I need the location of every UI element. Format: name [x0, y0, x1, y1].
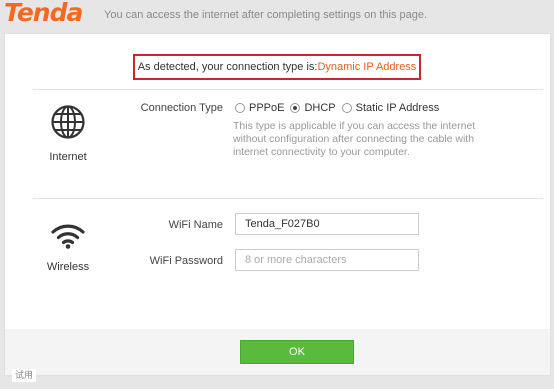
- radio-dhcp[interactable]: DHCP: [290, 102, 336, 114]
- divider-top: [33, 89, 543, 90]
- wireless-caption: Wireless: [46, 261, 90, 273]
- wifi-password-input[interactable]: 8 or more characters: [235, 249, 419, 271]
- divider-middle: [33, 198, 543, 199]
- radio-static-ip-indicator[interactable]: [341, 103, 352, 113]
- wifi-name-input[interactable]: Tenda_F027B0: [235, 213, 419, 235]
- page-tagline: You can access the internet after comple…: [104, 9, 428, 21]
- radio-static-ip[interactable]: Static IP Address: [341, 102, 440, 114]
- wireless-section-icon: Wireless: [28, 222, 108, 273]
- wifi-name-label: WiFi Name: [168, 219, 223, 231]
- radio-dhcp-indicator[interactable]: [290, 103, 301, 113]
- radio-pppoe[interactable]: PPPoE: [235, 102, 284, 114]
- trial-watermark: 试用: [12, 369, 36, 382]
- connection-help-text: This type is applicable if you can acces…: [233, 120, 476, 158]
- radio-pppoe-indicator[interactable]: [235, 103, 245, 113]
- connection-type-label: Connection Type: [140, 102, 223, 114]
- tenda-logo: Tenda: [4, 0, 83, 27]
- top-bar: Tenda You can access the internet after …: [0, 0, 554, 32]
- detection-banner: As detected, your connection type is:Dyn…: [133, 54, 421, 80]
- ok-button[interactable]: OK: [240, 340, 354, 364]
- settings-panel: As detected, your connection type is:Dyn…: [4, 33, 551, 331]
- internet-section-icon: Internet: [28, 104, 108, 163]
- radio-pppoe-label: PPPoE: [249, 102, 285, 114]
- connection-type-options: PPPoE DHCP Static IP Address: [235, 102, 445, 114]
- footer-bar: OK: [4, 329, 551, 376]
- wifi-icon: [51, 224, 85, 249]
- wifi-password-label: WiFi Password: [149, 255, 223, 267]
- detected-connection-type: Dynamic IP Address: [317, 61, 417, 73]
- internet-caption: Internet: [49, 151, 87, 163]
- globe-icon: [51, 105, 85, 139]
- banner-text: As detected, your connection type is:: [137, 61, 318, 73]
- radio-static-ip-label: Static IP Address: [355, 102, 440, 114]
- radio-dhcp-label: DHCP: [304, 102, 336, 114]
